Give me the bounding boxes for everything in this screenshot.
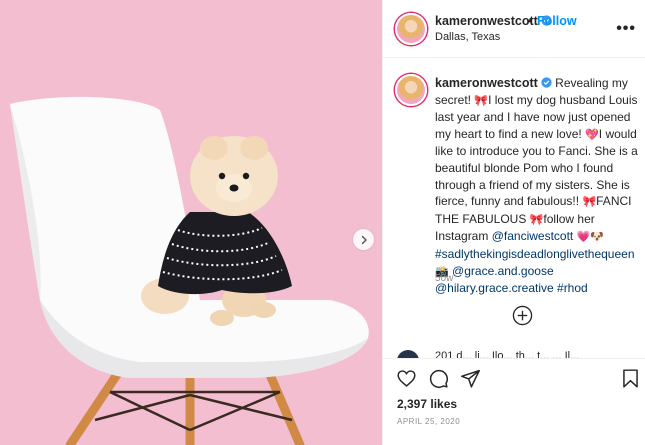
verified-badge-icon	[541, 77, 552, 88]
post-caption: kameronwestcott Revealing my secret! 🎀I …	[435, 75, 639, 297]
ribbon-emoji: 🎀	[474, 94, 489, 107]
caption-avatar[interactable]	[395, 74, 427, 106]
instagram-post: kameronwestcott • Follow Dallas, Texas •…	[0, 0, 645, 445]
comment-preview-text: 201 d... li... Ilo... th... t... ... Il.…	[435, 350, 580, 358]
commenter-avatar[interactable]	[397, 350, 419, 358]
likes-count[interactable]: 2,397 likes	[397, 397, 457, 411]
caption-username[interactable]: kameronwestcott	[435, 76, 538, 90]
comment-preview: 201 d... li... Ilo... th... t... ... Il.…	[397, 350, 637, 358]
more-options-icon[interactable]: •••	[616, 20, 636, 38]
bookmark-icon[interactable]	[620, 368, 641, 389]
separator-dot: •	[528, 14, 533, 28]
heart-dog-emoji: 💗🐶	[576, 231, 604, 244]
location-link[interactable]: Dallas, Texas	[435, 31, 500, 43]
share-icon[interactable]	[460, 368, 481, 389]
ribbon-emoji: 🎀	[582, 196, 597, 209]
post-header: kameronwestcott • Follow Dallas, Texas •…	[383, 0, 645, 58]
plus-circle-icon[interactable]	[512, 305, 533, 326]
mention-link[interactable]: @fanciwestcott	[492, 229, 574, 243]
hashtag-link[interactable]: #rhod	[557, 281, 588, 295]
author-username[interactable]: kameronwestcott	[435, 14, 552, 28]
dog-on-chair-image	[0, 0, 382, 445]
mention-link[interactable]: @grace.and.goose	[452, 264, 554, 278]
chevron-right-icon	[361, 235, 367, 244]
author-username-text[interactable]: kameronwestcott	[435, 14, 538, 28]
post-actions: 2,397 likes APRIL 25, 2020	[383, 358, 645, 445]
post-date: APRIL 25, 2020	[397, 417, 461, 426]
comment-icon[interactable]	[428, 368, 449, 389]
post-photo[interactable]	[0, 0, 382, 445]
caption-timestamp: 50w	[435, 273, 454, 284]
hashtag-link[interactable]: #sadlythekingisdeadlonglivethequeen	[435, 247, 635, 261]
heart-icon[interactable]	[396, 368, 417, 389]
heart-emoji: 💖	[585, 128, 599, 141]
post-sidebar: kameronwestcott • Follow Dallas, Texas •…	[382, 0, 645, 445]
avatar[interactable]	[395, 13, 427, 45]
follow-button[interactable]: Follow	[537, 14, 577, 28]
ribbon-emoji: 🎀	[529, 213, 544, 226]
next-photo-button[interactable]	[353, 229, 374, 250]
comments-section[interactable]: kameronwestcott Revealing my secret! 🎀I …	[383, 58, 645, 358]
